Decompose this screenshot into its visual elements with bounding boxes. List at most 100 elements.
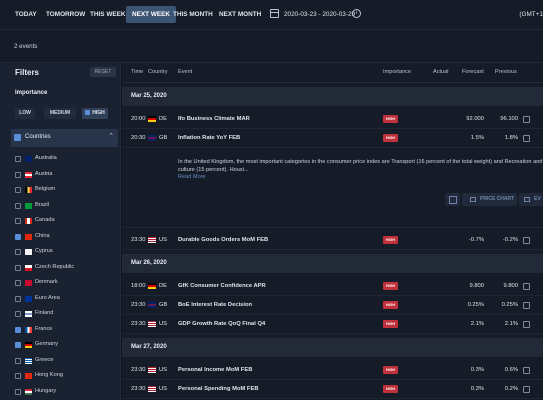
calendar-icon[interactable] <box>523 367 530 374</box>
country-item[interactable]: Denmark <box>15 278 115 290</box>
table-row[interactable]: 23:30 GB BoE Interest Rate Decision HIGH 0.2… <box>122 296 543 315</box>
header-country[interactable]: Country <box>148 69 168 75</box>
country-checkbox[interactable] <box>15 156 21 162</box>
table-row[interactable]: 20:30 GB Inflation Rate YoY FEB HIGH 1.5% 1.8… <box>122 129 543 148</box>
calendar-icon[interactable] <box>523 116 530 123</box>
calendar-icon[interactable] <box>523 237 530 244</box>
country-checkbox[interactable] <box>15 342 21 348</box>
flag-icon <box>25 156 32 162</box>
calendar-icon[interactable] <box>523 135 530 142</box>
country-checkbox[interactable] <box>15 249 21 255</box>
event-name[interactable]: Personal Income MoM FEB <box>178 367 252 373</box>
country-item[interactable]: Hungary <box>15 387 115 399</box>
country-checkbox[interactable] <box>15 311 21 317</box>
countries-checkbox[interactable] <box>14 134 21 141</box>
country-item[interactable]: Finland <box>15 309 115 321</box>
country-item[interactable]: France <box>15 325 115 337</box>
country-item[interactable]: Canada <box>15 216 115 228</box>
countries-label: Countries <box>25 134 51 140</box>
filters-title: Filters <box>15 68 40 77</box>
country-item[interactable]: Belgium <box>15 185 115 197</box>
previous-value: 96.100 <box>500 116 518 122</box>
date-range[interactable]: 2020-03-23 - 2020-03-29 <box>284 6 355 23</box>
flag-icon <box>148 283 156 289</box>
header-actual[interactable]: Actual <box>433 69 449 75</box>
header-importance[interactable]: Importance <box>383 69 411 75</box>
date-label: Mar 26, 2020 <box>131 260 167 266</box>
importance-badge: HIGH <box>383 320 398 328</box>
country-name: Euro Area <box>35 294 60 301</box>
country-item[interactable]: China <box>15 232 115 244</box>
country-checkbox[interactable] <box>15 202 21 209</box>
previous-value: 0.2% <box>504 386 518 392</box>
third-action-button[interactable]: EV <box>519 193 543 206</box>
header-previous[interactable]: Previous <box>495 69 517 75</box>
country-checkbox[interactable] <box>15 264 21 271</box>
table-row[interactable]: 20:00 DE Ifo Business Climate MAR HIGH 92.00… <box>122 110 543 129</box>
country-item[interactable]: Brazil <box>15 201 115 213</box>
country-item[interactable]: Greece <box>15 356 115 368</box>
event-time: 23:30 <box>131 367 146 373</box>
country-checkbox[interactable] <box>15 326 21 333</box>
table-row[interactable]: 23:30 US Personal Income MoM FEB HIGH 0.3% 0.… <box>122 361 543 380</box>
country-checkbox[interactable] <box>15 218 21 224</box>
country-checkbox[interactable] <box>15 233 21 240</box>
country-checkbox[interactable] <box>15 357 21 364</box>
event-name[interactable]: Inflation Rate YoY FEB <box>178 135 240 141</box>
calendar-icon[interactable] <box>523 302 530 309</box>
chevron-up-icon[interactable]: ⌃ <box>108 132 114 140</box>
event-name[interactable]: Ifo Business Climate MAR <box>178 116 250 122</box>
event-name[interactable]: BoE Interest Rate Decision <box>178 302 252 308</box>
event-name[interactable]: Personal Spending MoM FEB <box>178 386 259 392</box>
country-item[interactable]: Austria <box>15 170 115 182</box>
price-chart-label: PRICE CHART <box>480 196 515 202</box>
country-item[interactable]: Germany <box>15 340 115 352</box>
add-to-calendar-button[interactable] <box>445 193 460 206</box>
event-name[interactable]: Durable Goods Orders MoM FEB <box>178 237 268 243</box>
header-event[interactable]: Event <box>178 69 192 75</box>
read-more-link[interactable]: Read More <box>178 174 206 180</box>
reset-button[interactable]: RESET <box>90 67 116 77</box>
country-item[interactable]: Hong Kong <box>15 371 115 383</box>
countries-header[interactable]: Countries ⌃ <box>11 129 118 147</box>
tab-this-month[interactable]: THIS MONTH <box>167 6 219 23</box>
table-header: Time Country Event Importance Actual For… <box>122 63 543 83</box>
importance-low-button[interactable]: LOW <box>15 108 35 119</box>
forecast-value: 1.5% <box>470 135 484 141</box>
country-checkbox[interactable] <box>15 295 21 302</box>
tab-today[interactable]: TODAY <box>9 6 43 23</box>
calendar-icon[interactable] <box>523 321 530 328</box>
tab-this-week[interactable]: THIS WEEK <box>84 6 132 23</box>
timezone[interactable]: (GMT+1 <box>519 6 543 23</box>
country-item[interactable]: Czech Republic <box>15 263 115 275</box>
price-chart-button[interactable]: PRICE CHART <box>462 193 517 206</box>
country-item[interactable]: Cyprus <box>15 247 115 259</box>
event-name[interactable]: GDP Growth Rate QoQ Final Q4 <box>178 321 265 327</box>
info-icon[interactable]: i <box>352 9 361 18</box>
table-row[interactable]: 23:30 US Durable Goods Orders MoM FEB HIGH -… <box>122 231 543 250</box>
importance-badge: HIGH <box>383 301 398 309</box>
forecast-value: -0.7% <box>468 237 484 243</box>
table-row[interactable]: 23:30 US Personal Spending MoM FEB HIGH 0.3%… <box>122 380 543 399</box>
calendar-icon[interactable] <box>523 283 530 290</box>
country-code: US <box>159 386 168 392</box>
country-checkbox[interactable] <box>15 187 21 193</box>
country-item[interactable]: Euro Area <box>15 294 115 306</box>
forecast-value: 92.000 <box>466 116 484 122</box>
flag-icon <box>148 237 156 243</box>
calendar-icon[interactable] <box>523 386 530 393</box>
table-row[interactable]: 23:30 US GDP Growth Rate QoQ Final Q4 HIGH 2… <box>122 315 543 334</box>
country-checkbox[interactable] <box>15 373 21 379</box>
importance-high-button[interactable]: HIGH <box>82 108 108 119</box>
country-checkbox[interactable] <box>15 280 21 286</box>
country-checkbox[interactable] <box>15 388 21 395</box>
country-item[interactable]: Australia <box>15 154 115 166</box>
header-forecast[interactable]: Forecast <box>462 69 484 75</box>
calendar-icon[interactable] <box>270 9 279 18</box>
event-name[interactable]: GfK Consumer Confidence APR <box>178 283 266 289</box>
country-checkbox[interactable] <box>15 171 21 178</box>
tab-next-month[interactable]: NEXT MONTH <box>213 6 267 23</box>
importance-medium-button[interactable]: MEDIUM <box>44 108 76 119</box>
header-time[interactable]: Time <box>131 69 143 75</box>
table-row[interactable]: 18:00 DE GfK Consumer Confidence APR HIGH 9.… <box>122 277 543 296</box>
